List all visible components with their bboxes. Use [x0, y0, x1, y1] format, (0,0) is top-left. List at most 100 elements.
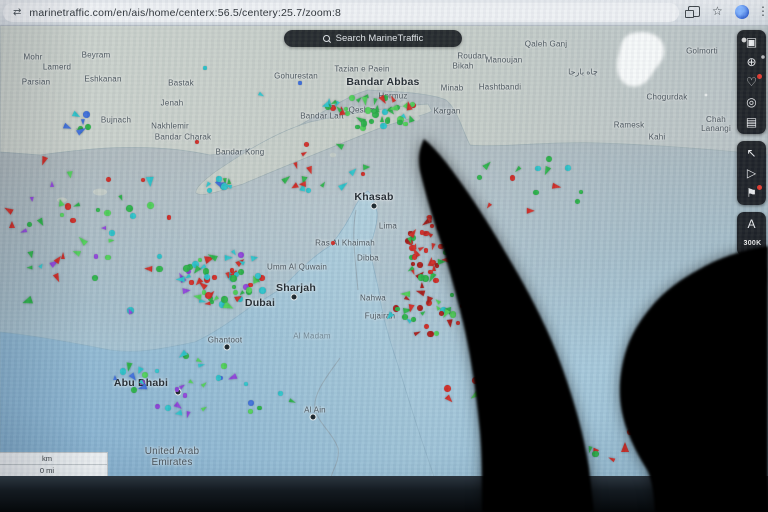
vessel-marker[interactable] — [70, 218, 76, 224]
vessel-marker[interactable] — [437, 224, 444, 231]
print-icon[interactable]: ▤ — [744, 116, 760, 128]
vessel-marker[interactable] — [424, 324, 429, 329]
vessel-count[interactable]: 300K — [744, 238, 760, 250]
vessel-marker[interactable] — [527, 388, 534, 393]
vessel-marker[interactable] — [335, 141, 345, 150]
vessel-marker[interactable] — [444, 385, 451, 392]
vessel-marker[interactable] — [299, 181, 306, 187]
vessel-marker[interactable] — [72, 249, 82, 257]
vessel-marker[interactable] — [460, 304, 465, 309]
vessel-marker[interactable] — [131, 387, 137, 393]
vessel-marker[interactable] — [404, 296, 411, 302]
vessel-marker[interactable] — [21, 295, 33, 306]
vessel-marker[interactable] — [483, 160, 494, 171]
vessel-marker[interactable] — [216, 176, 221, 181]
vessel-marker[interactable] — [281, 173, 292, 183]
timelapse-play-icon[interactable]: ▷ — [744, 167, 760, 179]
vessel-marker[interactable] — [72, 202, 80, 208]
vessel-marker[interactable] — [225, 183, 233, 189]
vessel-marker[interactable] — [157, 254, 162, 259]
vessel-marker[interactable] — [109, 230, 114, 235]
layers-icon[interactable]: ▣ — [744, 36, 760, 48]
vessel-marker[interactable] — [126, 205, 133, 212]
vessel-marker[interactable] — [184, 274, 191, 280]
vessel-marker[interactable] — [27, 222, 32, 227]
vessel-marker[interactable] — [106, 177, 111, 182]
vessel-marker[interactable] — [246, 287, 252, 293]
vessel-marker[interactable] — [403, 122, 408, 127]
vessel-marker[interactable] — [472, 341, 480, 351]
vessel-marker[interactable] — [434, 331, 439, 336]
vessel-marker[interactable] — [248, 409, 253, 414]
vessel-marker[interactable] — [232, 285, 236, 289]
vessel-marker[interactable] — [65, 203, 71, 209]
vessel-marker[interactable] — [224, 255, 232, 261]
vessel-marker[interactable] — [203, 66, 206, 69]
vessel-marker[interactable] — [438, 244, 444, 250]
vessel-marker[interactable] — [483, 365, 488, 370]
vessel-marker[interactable] — [551, 183, 561, 191]
vessel-marker[interactable] — [201, 381, 208, 388]
vessel-marker[interactable] — [185, 411, 191, 419]
vessel-marker[interactable] — [355, 125, 360, 130]
vessel-marker[interactable] — [428, 270, 432, 274]
vessel-marker[interactable] — [607, 456, 615, 463]
vessel-marker[interactable] — [155, 404, 160, 409]
vessel-marker[interactable] — [204, 274, 210, 280]
vessel-marker[interactable] — [420, 281, 424, 287]
vessel-marker[interactable] — [179, 383, 186, 390]
vessel-marker[interactable] — [331, 241, 336, 246]
vessel-marker[interactable] — [195, 140, 199, 144]
vessel-marker[interactable] — [533, 190, 538, 195]
vessel-marker[interactable] — [92, 275, 98, 281]
vessel-marker[interactable] — [575, 199, 580, 204]
vessel-marker[interactable] — [307, 165, 315, 175]
vessel-marker[interactable] — [207, 188, 212, 193]
vessel-marker[interactable] — [434, 298, 441, 305]
vessel-marker[interactable] — [413, 330, 421, 337]
vessel-marker[interactable] — [513, 166, 521, 174]
vessel-marker[interactable] — [60, 213, 65, 218]
vessel-marker[interactable] — [380, 116, 384, 122]
vessel-marker[interactable] — [508, 353, 513, 358]
vessel-marker[interactable] — [57, 198, 65, 206]
vessel-marker[interactable] — [621, 442, 629, 452]
vessel-marker[interactable] — [130, 213, 136, 219]
vessel-marker[interactable] — [141, 178, 146, 183]
vessel-marker[interactable] — [485, 202, 492, 209]
vessel-marker[interactable] — [9, 221, 15, 228]
vessel-marker[interactable] — [427, 331, 433, 337]
vessel-marker[interactable] — [531, 343, 537, 349]
vessel-marker[interactable] — [30, 197, 35, 202]
vessel-marker[interactable] — [177, 350, 188, 360]
vessel-marker[interactable] — [221, 296, 228, 303]
vessel-marker[interactable] — [258, 92, 265, 98]
measure-icon[interactable]: ↖ — [744, 147, 760, 159]
vessel-marker[interactable] — [380, 123, 386, 129]
avatar[interactable] — [735, 5, 749, 19]
url-text[interactable]: marinetraffic.com/en/ais/home/centerx:56… — [29, 7, 341, 19]
vessel-marker[interactable] — [385, 118, 390, 123]
vessel-marker[interactable] — [456, 321, 460, 325]
vessel-marker[interactable] — [472, 377, 479, 384]
vessel-marker[interactable] — [349, 95, 355, 101]
vessel-marker[interactable] — [20, 228, 28, 234]
kebab-menu-icon[interactable]: ⋮ — [757, 4, 768, 18]
vessel-marker[interactable] — [485, 411, 490, 416]
vessel-marker[interactable] — [646, 448, 655, 454]
vessel-marker[interactable] — [450, 293, 454, 297]
vessel-marker[interactable] — [198, 258, 202, 262]
vessel-marker[interactable] — [445, 394, 455, 404]
vessel-marker[interactable] — [293, 162, 299, 170]
vessel-marker[interactable] — [27, 266, 33, 270]
vessel-marker[interactable] — [534, 387, 540, 393]
vessel-marker[interactable] — [144, 266, 152, 272]
vessel-marker[interactable] — [105, 255, 111, 261]
vessel-marker[interactable] — [389, 95, 396, 103]
vessel-marker[interactable] — [409, 245, 416, 252]
vessel-marker[interactable] — [156, 266, 162, 272]
helm-filter-icon[interactable]: ⊕ — [744, 56, 760, 68]
vessel-marker[interactable] — [627, 429, 634, 436]
vessel-marker[interactable] — [424, 296, 433, 307]
vessel-marker[interactable] — [320, 180, 327, 187]
